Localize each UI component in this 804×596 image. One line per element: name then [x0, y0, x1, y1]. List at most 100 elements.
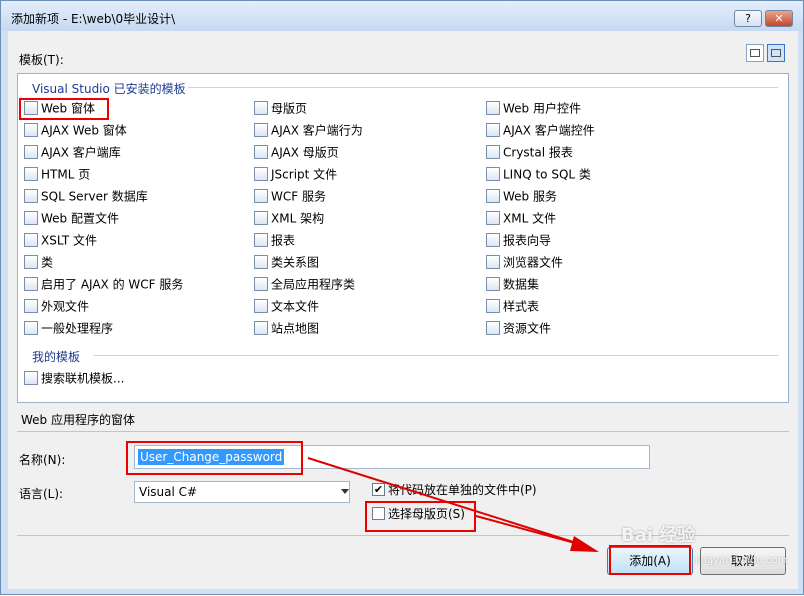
template-file-icon — [254, 276, 268, 291]
template-description: Web 应用程序的窗体 — [21, 413, 135, 427]
template-item[interactable]: LINQ to SQL 类 — [486, 164, 591, 184]
name-annotation-box — [126, 441, 303, 475]
template-item[interactable]: Web 配置文件 — [24, 208, 119, 228]
template-item-label: 报表向导 — [503, 233, 552, 248]
template-item[interactable]: AJAX 客户端库 — [24, 142, 121, 162]
template-item-label: LINQ to SQL 类 — [503, 167, 591, 182]
template-file-icon — [24, 232, 38, 247]
template-file-icon — [24, 320, 38, 335]
my-templates-header: 我的模板 — [32, 350, 81, 364]
watermark-url: jingyan.baidu.com — [695, 555, 788, 566]
template-file-icon — [24, 188, 38, 203]
large-icons-view-button[interactable] — [767, 44, 785, 62]
template-file-icon — [254, 188, 268, 203]
template-item[interactable]: 报表 — [254, 230, 295, 250]
template-file-icon — [254, 122, 268, 137]
template-item-label: 一般处理程序 — [41, 321, 114, 336]
template-item[interactable]: Crystal 报表 — [486, 142, 573, 162]
template-item[interactable]: 站点地图 — [254, 318, 319, 338]
template-item[interactable]: 外观文件 — [24, 296, 89, 316]
template-item[interactable]: 资源文件 — [486, 318, 551, 338]
help-button[interactable]: ? — [734, 10, 762, 27]
template-file-icon — [24, 122, 38, 137]
group-divider — [188, 87, 778, 88]
template-file-icon — [254, 166, 268, 181]
template-item-label: 报表 — [271, 233, 296, 248]
template-file-icon — [254, 144, 268, 159]
template-item[interactable]: 数据集 — [486, 274, 539, 294]
template-file-icon — [486, 320, 500, 335]
template-file-icon — [254, 254, 268, 269]
template-file-icon — [24, 254, 38, 269]
templates-list[interactable]: Visual Studio 已安装的模板 我的模板 Web 窗体 AJAX Web… — [17, 73, 789, 403]
template-item-label: Web 服务 — [503, 189, 557, 204]
template-item-label: 全局应用程序类 — [271, 277, 356, 292]
template-file-icon — [486, 144, 500, 159]
search-online-templates-item[interactable]: 搜索联机模板... — [24, 368, 124, 388]
template-item-label: 启用了 AJAX 的 WCF 服务 — [41, 277, 184, 292]
close-button[interactable]: ✕ — [765, 10, 793, 27]
template-item[interactable]: 类 — [24, 252, 53, 272]
template-item[interactable]: AJAX 客户端行为 — [254, 120, 363, 140]
template-item[interactable]: Web 用户控件 — [486, 98, 581, 118]
template-item[interactable]: 全局应用程序类 — [254, 274, 355, 294]
code-separate-option[interactable]: ✔ 将代码放在单独的文件中(P) — [372, 481, 537, 499]
template-item[interactable]: XML 架构 — [254, 208, 324, 228]
template-item-label: WCF 服务 — [271, 189, 326, 204]
template-description-bar: Web 应用程序的窗体 — [17, 405, 789, 432]
template-item[interactable]: Web 服务 — [486, 186, 557, 206]
title-bar: 添加新项 - E:\web\0毕业设计\ ? ✕ — [1, 1, 803, 31]
template-item[interactable]: 样式表 — [486, 296, 539, 316]
template-item-label: 类 — [41, 255, 54, 270]
template-file-icon — [254, 210, 268, 225]
template-item-label: AJAX 客户端行为 — [271, 123, 363, 138]
group-divider — [94, 355, 778, 356]
list-view-icon — [771, 49, 781, 57]
template-item-label: 外观文件 — [41, 299, 90, 314]
language-select-value: Visual C# — [139, 485, 198, 499]
template-item[interactable]: 一般处理程序 — [24, 318, 113, 338]
code-separate-label: 将代码放在单独的文件中(P) — [388, 483, 537, 497]
template-file-icon — [254, 298, 268, 313]
template-file-icon — [486, 100, 500, 115]
template-item[interactable]: 启用了 AJAX 的 WCF 服务 — [24, 274, 183, 294]
template-item[interactable]: SQL Server 数据库 — [24, 186, 148, 206]
language-select[interactable]: Visual C# — [134, 481, 350, 503]
template-item-label: AJAX 客户端库 — [41, 145, 121, 160]
template-file-icon — [24, 298, 38, 313]
add-new-item-dialog: 添加新项 - E:\web\0毕业设计\ ? ✕ 模板(T): Visual S… — [0, 0, 804, 595]
template-item-label: 资源文件 — [503, 321, 552, 336]
templates-label: 模板(T): — [19, 53, 64, 67]
template-file-icon — [24, 166, 38, 181]
template-item[interactable]: 母版页 — [254, 98, 307, 118]
template-item[interactable]: 文本文件 — [254, 296, 319, 316]
template-item[interactable]: XML 文件 — [486, 208, 556, 228]
template-file-icon — [486, 188, 500, 203]
template-item[interactable]: JScript 文件 — [254, 164, 337, 184]
template-item-label: 样式表 — [503, 299, 540, 314]
template-item-label: 站点地图 — [271, 321, 320, 336]
template-file-icon — [486, 276, 500, 291]
template-item[interactable]: AJAX Web 窗体 — [24, 120, 127, 140]
template-item-label: AJAX Web 窗体 — [41, 123, 127, 138]
template-item[interactable]: 类关系图 — [254, 252, 319, 272]
template-item[interactable]: 报表向导 — [486, 230, 551, 250]
small-icons-view-button[interactable] — [746, 44, 764, 62]
window-title: 添加新项 - E:\web\0毕业设计\ — [11, 12, 176, 26]
code-separate-checkbox[interactable]: ✔ — [372, 483, 385, 496]
template-item[interactable]: 浏览器文件 — [486, 252, 563, 272]
master-page-annotation-box — [365, 501, 476, 532]
template-file-icon — [486, 210, 500, 225]
template-item[interactable]: WCF 服务 — [254, 186, 326, 206]
template-file-icon — [24, 210, 38, 225]
language-label: 语言(L): — [19, 487, 64, 501]
template-item-label: 母版页 — [271, 101, 308, 116]
template-item[interactable]: AJAX 客户端控件 — [486, 120, 595, 140]
template-item[interactable]: HTML 页 — [24, 164, 90, 184]
template-file-icon — [24, 144, 38, 159]
template-file-icon — [486, 166, 500, 181]
template-item-label: 搜索联机模板... — [41, 371, 125, 386]
template-file-icon — [486, 254, 500, 269]
template-item[interactable]: AJAX 母版页 — [254, 142, 339, 162]
template-item[interactable]: XSLT 文件 — [24, 230, 97, 250]
